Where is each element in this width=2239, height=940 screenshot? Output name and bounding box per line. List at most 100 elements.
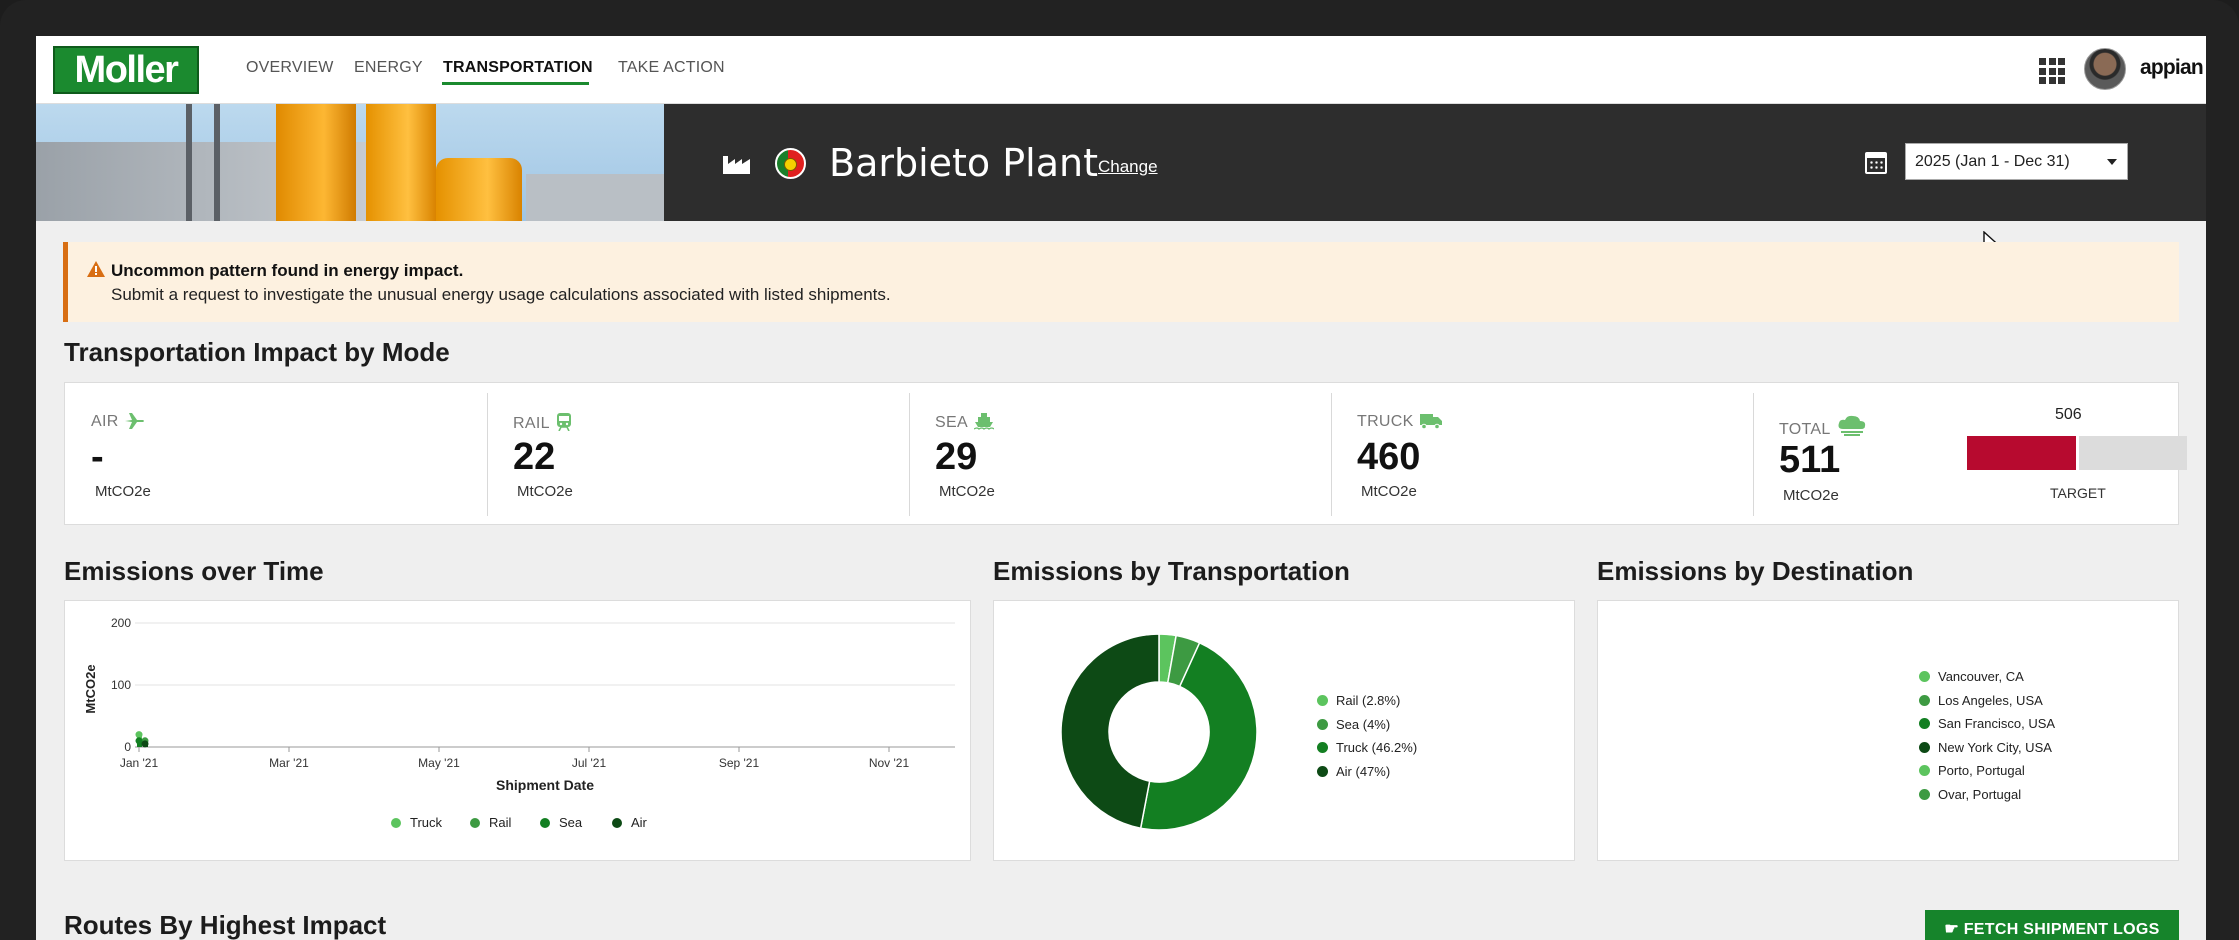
series-point-truck	[135, 731, 143, 739]
legend-label: Truck (46.2%)	[1336, 740, 1418, 755]
routes-section-title: Routes By Highest Impact	[64, 910, 387, 940]
kpi-air-unit: MtCO2e	[95, 483, 151, 500]
emissions-time-title: Emissions over Time	[64, 556, 324, 586]
portugal-flag-icon	[775, 148, 806, 179]
destination-legend-item: Ovar, Portugal	[1919, 787, 2021, 802]
target-value: 506	[2055, 406, 2082, 423]
impact-section-title: Transportation Impact by Mode	[64, 337, 450, 367]
nav-overview[interactable]: OVERVIEW	[246, 59, 334, 77]
x-tick-label: Jan '21	[120, 756, 159, 770]
legend-dot	[1919, 694, 1930, 706]
emissions-time-card: 0 100 200 Jan '21 Mar '21 May '21 Jul '21 Sep '…	[64, 600, 971, 861]
moller-logo[interactable]: Moller	[53, 46, 199, 94]
emissions-transport-title: Emissions by Transportation	[993, 556, 1350, 586]
nav-transportation[interactable]: TRANSPORTATION	[443, 59, 593, 77]
kpi-sea-value: 29	[935, 436, 978, 478]
legend-label: Rail	[489, 815, 512, 830]
legend-dot	[1317, 765, 1328, 777]
ship-icon	[973, 413, 995, 430]
legend-label: Porto, Portugal	[1938, 763, 2025, 778]
fetch-shipment-logs-label: FETCH SHIPMENT LOGS	[1963, 921, 2160, 938]
kpi-total-unit: MtCO2e	[1783, 487, 1839, 504]
target-marker	[2076, 434, 2079, 472]
target-progress-fill	[1967, 436, 2077, 470]
nav-energy[interactable]: ENERGY	[354, 59, 423, 77]
destination-legend-item: Porto, Portugal	[1919, 763, 2025, 778]
x-axis-label: Shipment Date	[496, 777, 594, 793]
legend-dot	[540, 818, 550, 828]
kpi-total-label: TOTAL	[1779, 415, 1867, 439]
fetch-shipment-logs-button[interactable]: ☛ FETCH SHIPMENT LOGS	[1925, 910, 2179, 940]
destination-legend-item: Vancouver, CA	[1919, 669, 2024, 684]
nav-take-action[interactable]: TAKE ACTION	[618, 59, 725, 77]
legend-label: Vancouver, CA	[1938, 669, 2024, 684]
legend-dot	[391, 818, 401, 828]
alert-body: Submit a request to investigate the unus…	[111, 285, 891, 304]
x-tick-label: Jul '21	[572, 756, 607, 770]
plant-photo	[36, 104, 664, 221]
top-navigation: Moller OVERVIEW ENERGY TRANSPORTATION TA…	[36, 36, 2206, 104]
x-tick-label: Nov '21	[869, 756, 910, 770]
legend-label: Air (47%)	[1336, 763, 1391, 779]
transport-legend-item: Truck (46.2%)	[1317, 740, 1417, 755]
kpi-truck: TRUCK 460 MtCO2e	[1331, 383, 1752, 526]
legend-label: Ovar, Portugal	[1938, 786, 2022, 802]
emissions-destination-title: Emissions by Destination	[1597, 556, 1914, 586]
legend-dot	[470, 818, 480, 828]
anomaly-alert: Uncommon pattern found in energy impact.…	[63, 242, 2179, 322]
legend-label: Sea	[559, 815, 583, 830]
y-axis-label: MtCO2e	[83, 664, 98, 713]
y-tick-label: 0	[124, 740, 131, 754]
transport-legend-item: Rail (2.8%)	[1317, 693, 1400, 708]
legend-label: Rail (2.8%)	[1336, 693, 1401, 708]
emissions-transport-donut	[1060, 633, 1258, 831]
destination-legend-item: Los Angeles, USA	[1919, 693, 2043, 708]
kpi-truck-label: TRUCK	[1357, 413, 1443, 431]
y-tick-label: 200	[111, 616, 131, 630]
legend-dot	[1919, 671, 1930, 682]
alert-title: Uncommon pattern found in energy impact.	[111, 261, 464, 280]
user-avatar[interactable]	[2084, 48, 2126, 90]
kpi-sea-label: SEA	[935, 413, 995, 432]
legend-dot	[1919, 741, 1930, 753]
legend-label: Truck	[410, 815, 443, 830]
kpi-rail-label: RAIL	[513, 413, 572, 433]
kpi-air-value: -	[91, 436, 104, 478]
plant-title: Barbieto Plant	[829, 141, 1099, 185]
factory-icon	[723, 156, 750, 174]
active-tab-underline	[442, 82, 589, 85]
year-range-value: 2025 (Jan 1 - Dec 31)	[1915, 153, 2070, 170]
emissions-time-chart: 0 100 200 Jan '21 Mar '21 May '21 Jul '21 Sep '…	[83, 616, 955, 830]
cloud-icon	[1838, 415, 1865, 436]
transport-legend-item: Air (47%)	[1317, 764, 1390, 779]
kpi-total-value: 511	[1779, 439, 1841, 481]
legend-label: San Francisco, USA	[1938, 716, 2056, 731]
app-grid-icon[interactable]	[2039, 58, 2065, 84]
kpi-air-label: AIR	[91, 413, 145, 431]
series-point-air	[141, 740, 149, 748]
train-icon	[556, 413, 571, 432]
transport-legend-item: Sea (4%)	[1317, 717, 1390, 732]
legend-label: New York City, USA	[1938, 739, 2052, 755]
change-plant-link[interactable]: Change	[1098, 157, 1158, 177]
chevron-down-icon	[2107, 159, 2117, 165]
plant-header-banner: Barbieto Plant Change 2025 (Jan 1 - Dec …	[36, 104, 2206, 256]
legend-dot	[1919, 718, 1930, 729]
legend-dot	[1317, 742, 1328, 753]
app-screen: Moller OVERVIEW ENERGY TRANSPORTATION TA…	[36, 36, 2206, 940]
legend-dot	[1317, 695, 1328, 706]
kpi-rail: RAIL 22 MtCO2e	[487, 383, 908, 526]
series-point-sea	[135, 737, 143, 745]
impact-kpi-card: AIR - MtCO2e RAIL 22 MtCO2e SEA 29 MtCO2…	[64, 382, 2187, 526]
legend-dot	[1317, 718, 1328, 730]
target-progress-bar	[1967, 434, 2187, 472]
calendar-icon	[1865, 152, 1887, 174]
kpi-sea: SEA 29 MtCO2e	[909, 383, 1330, 526]
legend-label: Los Angeles, USA	[1938, 692, 2043, 708]
emissions-destination-card: Vancouver, CA Los Angeles, USA San Francis…	[1597, 600, 2179, 861]
x-tick-label: Mar '21	[269, 756, 309, 770]
kpi-air: AIR - MtCO2e	[65, 383, 486, 526]
legend-label: Sea (4%)	[1336, 716, 1391, 732]
kpi-truck-value: 460	[1357, 436, 1421, 478]
year-range-select[interactable]: 2025 (Jan 1 - Dec 31)	[1905, 143, 2128, 180]
